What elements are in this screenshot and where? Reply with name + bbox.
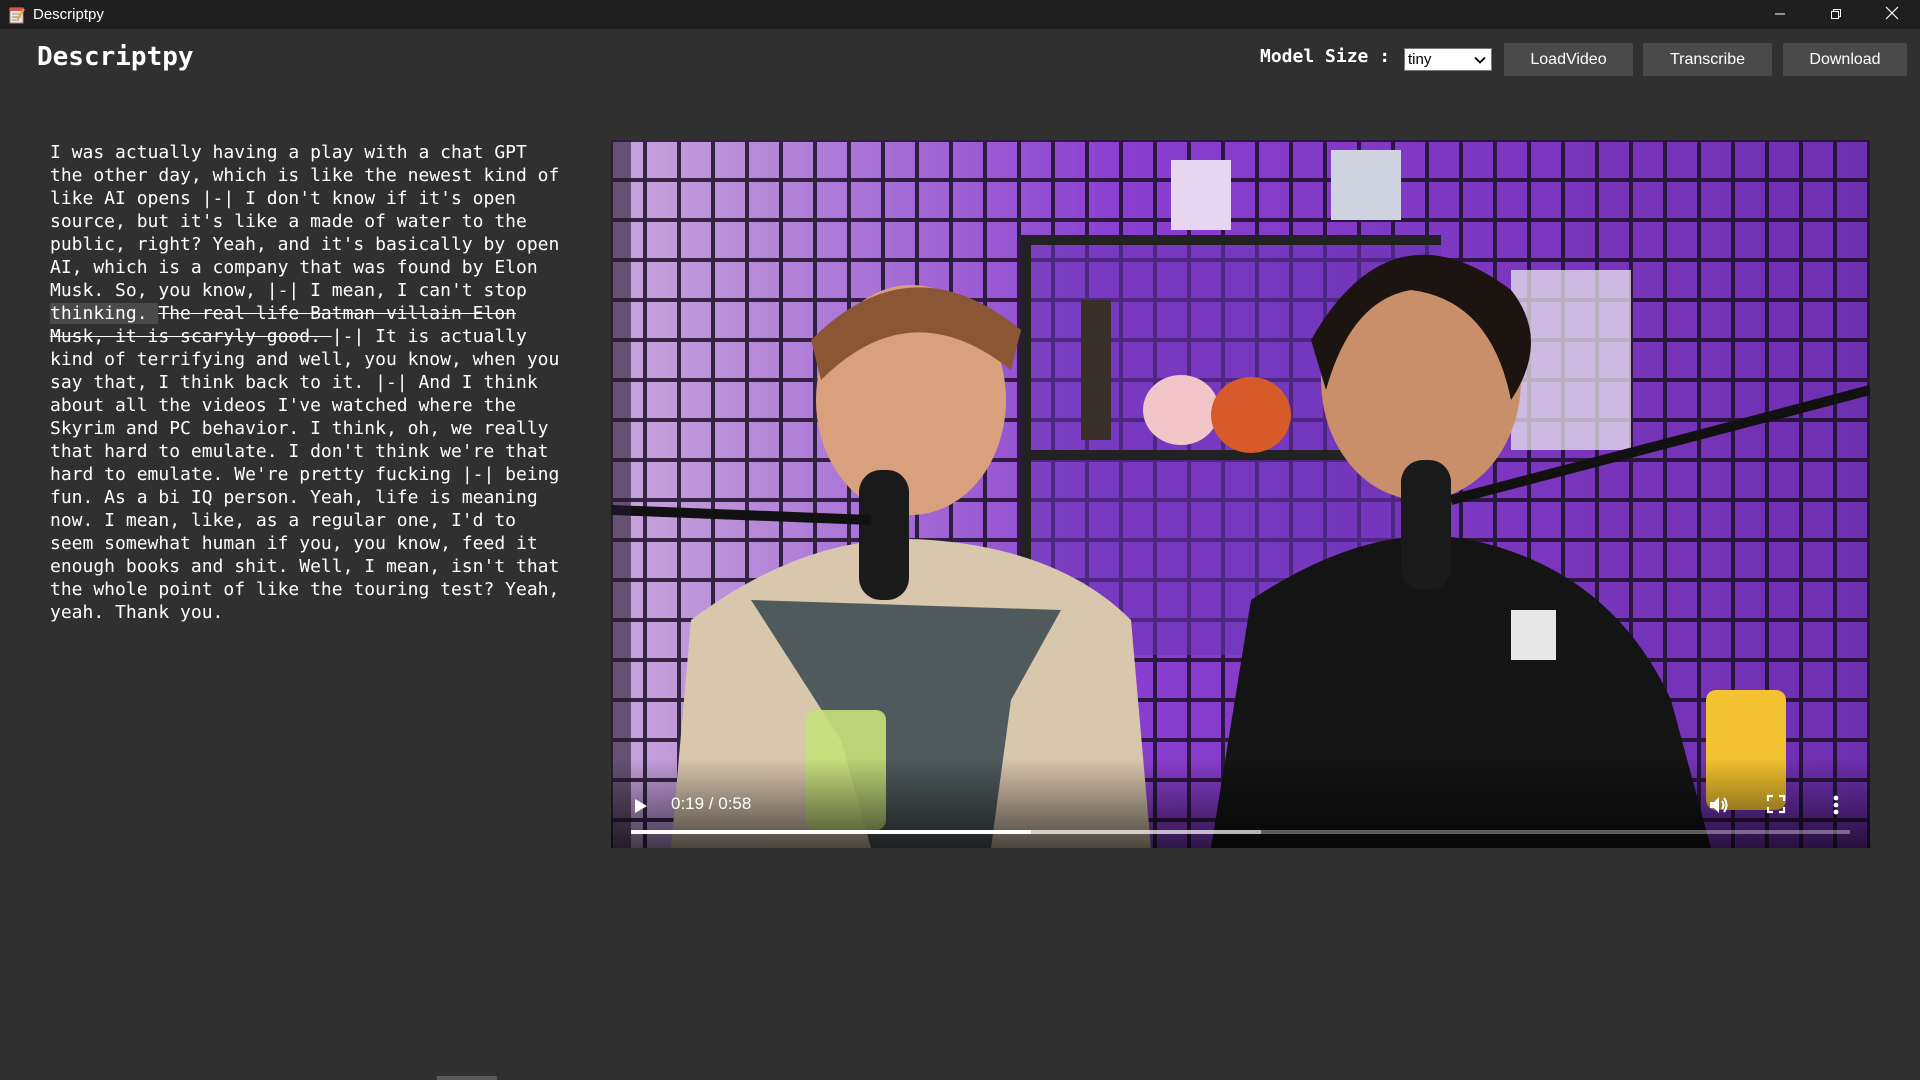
transcript-segment[interactable]: |-| [375, 372, 408, 393]
transcript-segment[interactable]: thinking. [50, 303, 159, 324]
transcript-text[interactable]: I was actually having a play with a chat… [50, 141, 570, 624]
transcript-segment[interactable]: I mean, I can't stop [299, 280, 527, 301]
video-frame [611, 140, 1870, 848]
load-video-button[interactable]: LoadVideo [1504, 43, 1633, 76]
more-options-icon[interactable] [1832, 794, 1840, 820]
notepad-app-icon [9, 6, 25, 24]
transcript-segment[interactable]: |-| [332, 326, 365, 347]
app-title: Descriptpy [37, 42, 194, 72]
model-size-select[interactable]: tiny [1404, 48, 1492, 71]
fullscreen-icon[interactable] [1766, 794, 1786, 818]
video-controls: 0:19 / 0:58 [611, 758, 1870, 848]
chevron-down-icon [1474, 51, 1486, 68]
horizontal-scrollbar-thumb[interactable] [437, 1076, 497, 1080]
title-bar: Descriptpy [0, 0, 1920, 29]
transcribe-button[interactable]: Transcribe [1643, 43, 1772, 76]
volume-icon[interactable] [1708, 794, 1730, 820]
restore-icon [1830, 5, 1842, 24]
progress-bar[interactable] [631, 830, 1850, 834]
model-size-label: Model Size : [1260, 46, 1391, 67]
app-window: Descriptpy Descriptpy Model Size: tiny … [0, 0, 1920, 1080]
download-button[interactable]: Download [1783, 43, 1907, 76]
progress-fill [631, 830, 1031, 834]
play-icon[interactable] [634, 798, 648, 818]
close-icon [1885, 5, 1899, 24]
window-controls [1752, 0, 1920, 29]
minimize-icon [1774, 5, 1786, 24]
video-player[interactable]: 0:19 / 0:58 [611, 140, 1870, 848]
transcript-segment[interactable]: |-| [267, 280, 300, 301]
transcript-segment[interactable]: |-| [462, 464, 495, 485]
restore-button[interactable] [1808, 0, 1864, 29]
time-display: 0:19 / 0:58 [671, 794, 752, 813]
model-size-value: tiny [1408, 51, 1432, 68]
minimize-button[interactable] [1752, 0, 1808, 29]
window-title: Descriptpy [33, 6, 104, 23]
close-button[interactable] [1864, 0, 1920, 29]
transcript-segment[interactable]: |-| [202, 188, 235, 209]
transcript-segment[interactable]: being fun. As a bi IQ person. Yeah, life… [50, 464, 559, 623]
